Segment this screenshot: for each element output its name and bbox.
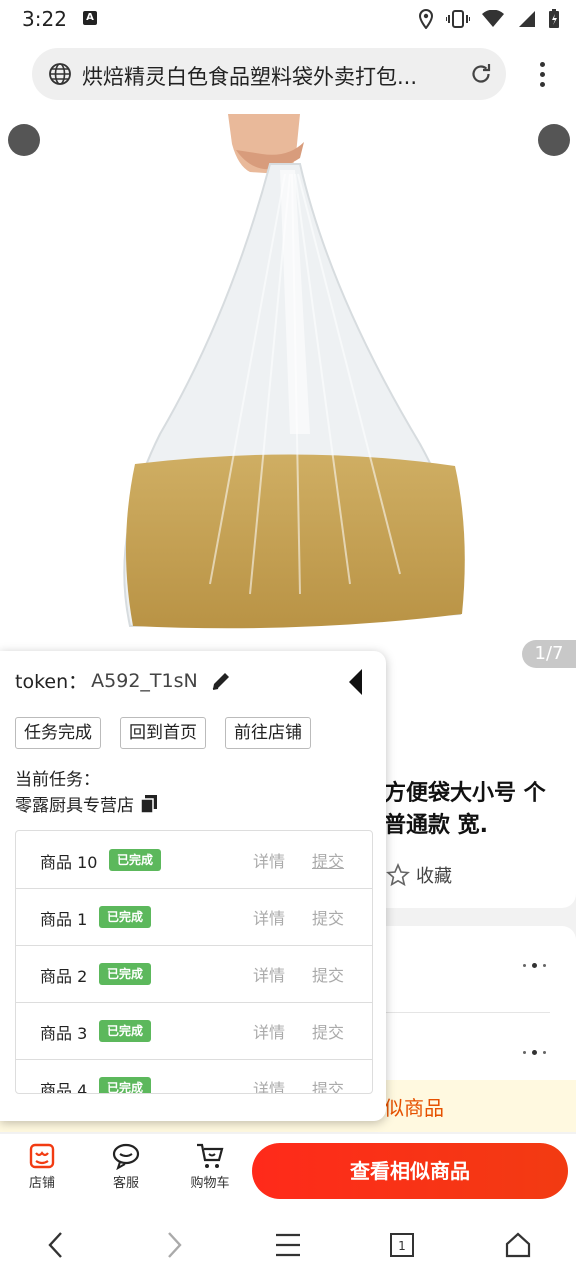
- token-label: token：: [15, 671, 88, 693]
- product-image[interactable]: [0, 114, 576, 660]
- battery-icon: [549, 9, 559, 28]
- submit-link[interactable]: 提交: [312, 1019, 344, 1043]
- cart-icon: [197, 1143, 224, 1168]
- product-title: 方便袋大小号 个普通款 宽.: [384, 781, 546, 838]
- divider: [384, 1012, 550, 1013]
- browser-nav-bar: 1: [0, 1210, 576, 1280]
- forward-icon[interactable]: [154, 1228, 194, 1262]
- tabs-icon[interactable]: 1: [382, 1228, 422, 1262]
- service-label: 客服: [112, 1176, 139, 1191]
- back-icon[interactable]: [36, 1228, 76, 1262]
- view-similar-button[interactable]: 查看相似商品: [252, 1143, 568, 1199]
- address-bar[interactable]: 烘焙精灵白色食品塑料袋外卖打包...: [32, 48, 506, 100]
- reload-icon[interactable]: [468, 61, 494, 87]
- detail-link[interactable]: 详情: [253, 1076, 285, 1093]
- favorite-label: 收藏: [416, 866, 452, 887]
- shop-icon: [29, 1143, 55, 1169]
- shop-button[interactable]: 店铺: [12, 1140, 72, 1191]
- status-badge: 已完成: [99, 1077, 152, 1093]
- edit-pencil-icon[interactable]: [210, 670, 232, 692]
- collapse-panel-icon[interactable]: [346, 667, 366, 697]
- current-task-label: 当前任务：: [15, 770, 100, 790]
- current-task-shop-name: 零露厨具专营店: [15, 796, 134, 816]
- token-task-panel: token： A592_T1sN 任务完成 回到首页 前往店铺 当前任务： 零露…: [0, 651, 386, 1121]
- service-button[interactable]: 客服: [96, 1140, 156, 1191]
- token-row: token： A592_T1sN: [15, 667, 232, 694]
- image-counter: 1/7: [522, 640, 576, 668]
- task-complete-button[interactable]: 任务完成: [15, 717, 101, 749]
- signal-icon: [519, 11, 535, 27]
- detail-link[interactable]: 详情: [253, 962, 285, 986]
- goods-list: 商品 10 已完成 详情 提交 商品 1 已完成 详情 提交 商品 2 已完成 …: [15, 830, 373, 1094]
- goods-name: 商品 10: [40, 853, 98, 872]
- svg-text:1: 1: [398, 1239, 406, 1253]
- detail-link[interactable]: 详情: [253, 1019, 285, 1043]
- goods-row: 商品 10 已完成 详情 提交: [16, 831, 372, 889]
- goods-row: 商品 1 已完成 详情 提交: [16, 888, 372, 946]
- wifi-icon: [482, 10, 504, 27]
- cart-button[interactable]: 购物车: [180, 1140, 240, 1191]
- goods-name: 商品 1: [40, 910, 88, 929]
- vibrate-icon: [446, 10, 470, 28]
- similar-strip-label: 似商品: [384, 1096, 444, 1120]
- submit-link[interactable]: 提交: [312, 848, 344, 872]
- star-icon: [386, 863, 410, 887]
- home-icon[interactable]: [498, 1228, 538, 1262]
- shop-label: 店铺: [28, 1176, 55, 1191]
- goods-row: 商品 2 已完成 详情 提交: [16, 945, 372, 1003]
- status-badge: 已完成: [109, 849, 162, 871]
- go-to-shop-button[interactable]: 前往店铺: [225, 717, 311, 749]
- status-bar: 3:22 A: [0, 0, 576, 38]
- goods-row: 商品 4 已完成 详情 提交: [16, 1059, 372, 1094]
- status-badge: 已完成: [99, 906, 152, 928]
- token-value: A592_T1sN: [91, 669, 198, 692]
- submit-link[interactable]: 提交: [312, 1076, 344, 1093]
- goods-row: 商品 3 已完成 详情 提交: [16, 1002, 372, 1060]
- bottom-action-bar: 店铺 客服 购物车 查看相似商品: [0, 1134, 576, 1210]
- back-home-button[interactable]: 回到首页: [120, 717, 206, 749]
- status-time: 3:22: [22, 7, 67, 31]
- favorite-button[interactable]: 收藏: [386, 862, 452, 888]
- detail-link[interactable]: 详情: [253, 848, 285, 872]
- detail-link[interactable]: 详情: [253, 905, 285, 929]
- customer-service-icon: [112, 1143, 140, 1170]
- cart-label: 购物车: [190, 1176, 230, 1191]
- goods-name: 商品 2: [40, 967, 88, 986]
- location-icon: [418, 9, 434, 29]
- more-options-icon-2[interactable]: [523, 1050, 546, 1055]
- browser-menu-icon[interactable]: [540, 62, 546, 92]
- product-photo: [123, 114, 465, 629]
- more-options-icon[interactable]: [523, 963, 546, 968]
- goods-name: 商品 4: [40, 1081, 88, 1094]
- current-task-shop: 零露厨具专营店: [15, 791, 158, 816]
- status-badge: 已完成: [99, 963, 152, 985]
- menu-icon[interactable]: [268, 1228, 308, 1262]
- globe-icon: [49, 63, 71, 85]
- status-icons: [418, 8, 560, 30]
- submit-link[interactable]: 提交: [312, 905, 344, 929]
- back-circle-icon[interactable]: [8, 124, 40, 156]
- status-badge: 已完成: [99, 1020, 152, 1042]
- submit-link[interactable]: 提交: [312, 962, 344, 986]
- page-title: 烘焙精灵白色食品塑料袋外卖打包...: [82, 65, 418, 89]
- notification-a-icon: A: [83, 11, 97, 25]
- goods-name: 商品 3: [40, 1024, 88, 1043]
- browser-toolbar: 烘焙精灵白色食品塑料袋外卖打包...: [0, 38, 576, 114]
- copy-icon[interactable]: [140, 794, 158, 814]
- more-circle-icon[interactable]: [538, 124, 570, 156]
